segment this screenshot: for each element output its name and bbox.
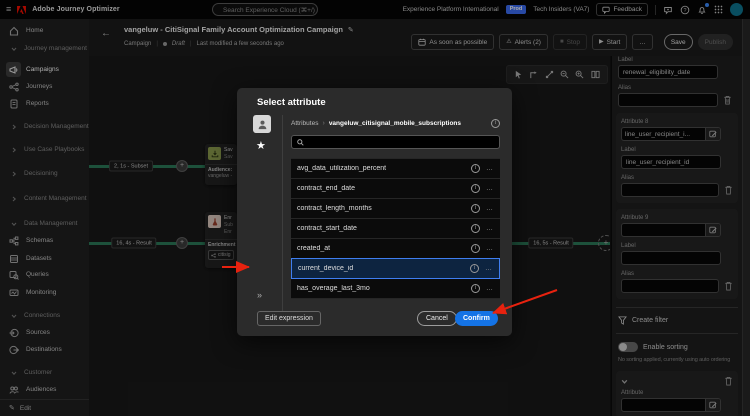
more-actions-icon[interactable]: … — [486, 245, 494, 252]
attribute-row-selected[interactable]: current_device_id i … — [291, 258, 500, 279]
info-icon[interactable]: i — [471, 224, 480, 233]
attribute-row[interactable]: contract_length_months i … — [291, 199, 500, 219]
attribute-row[interactable]: has_overage_last_3mo i … — [291, 279, 500, 299]
breadcrumb-entity: vangeluw_citisignal_mobile_subscriptions — [329, 120, 487, 127]
favorites-tab-star-icon[interactable]: ★ — [256, 139, 266, 152]
select-attribute-dialog: Select attribute ★ » Attributes › vangel… — [237, 88, 512, 336]
divider — [282, 115, 283, 318]
info-icon[interactable]: i — [471, 164, 480, 173]
confirm-button[interactable]: Confirm — [455, 311, 498, 326]
attribute-row[interactable]: contract_end_date i … — [291, 179, 500, 199]
attribute-row[interactable]: contract_start_date i … — [291, 219, 500, 239]
dialog-title: Select attribute — [257, 97, 326, 108]
more-actions-icon[interactable]: … — [485, 265, 493, 272]
more-actions-icon[interactable]: … — [486, 185, 494, 192]
person-icon — [257, 119, 268, 130]
more-actions-icon[interactable]: … — [486, 285, 494, 292]
attribute-search-input[interactable] — [308, 139, 494, 146]
breadcrumb: Attributes › vangeluw_citisignal_mobile_… — [291, 119, 500, 128]
more-actions-icon[interactable]: … — [486, 205, 494, 212]
attribute-row[interactable]: avg_data_utilization_percent i … — [291, 159, 500, 179]
cancel-button[interactable]: Cancel — [417, 311, 457, 326]
expand-rail-icon[interactable]: » — [257, 290, 262, 300]
edit-expression-button[interactable]: Edit expression — [257, 311, 321, 326]
search-icon — [297, 139, 304, 146]
info-icon[interactable]: i — [471, 284, 480, 293]
chevron-right-icon: › — [322, 120, 324, 127]
info-icon[interactable]: i — [471, 184, 480, 193]
more-actions-icon[interactable]: … — [486, 165, 494, 172]
attribute-row[interactable]: created_at i … — [291, 239, 500, 259]
breadcrumb-root[interactable]: Attributes — [291, 120, 318, 127]
profile-attributes-tab[interactable] — [253, 115, 271, 133]
info-icon[interactable]: i — [470, 264, 479, 273]
info-icon[interactable]: i — [471, 244, 480, 253]
attribute-search-box[interactable] — [291, 135, 500, 149]
attribute-list: avg_data_utilization_percent i … contrac… — [291, 158, 500, 299]
info-icon[interactable]: i — [491, 119, 500, 128]
info-icon[interactable]: i — [471, 204, 480, 213]
more-actions-icon[interactable]: … — [486, 225, 494, 232]
